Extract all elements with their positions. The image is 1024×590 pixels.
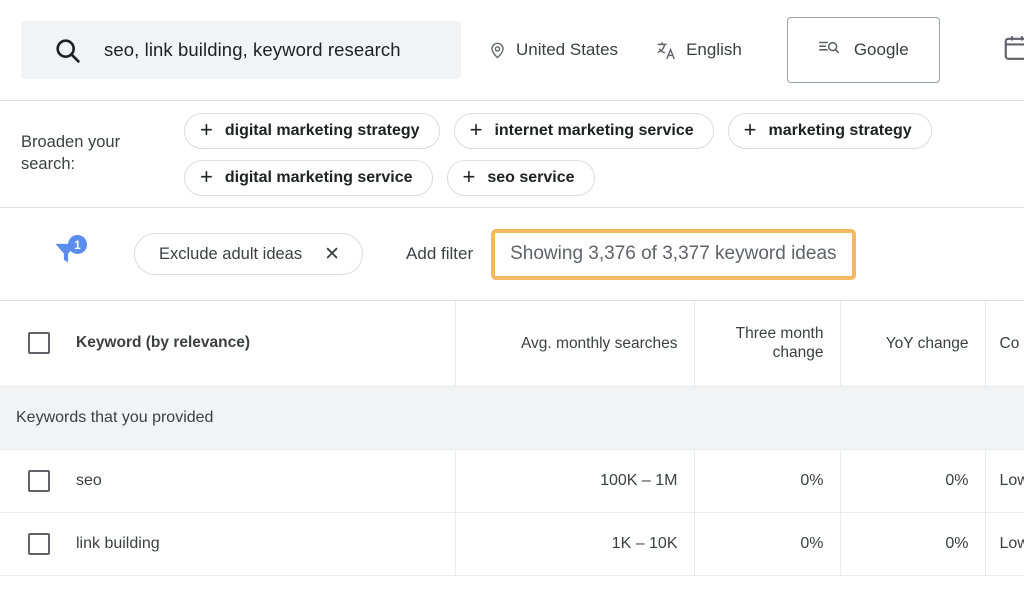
row-competition: Low <box>985 512 1024 576</box>
manage-search-icon <box>818 37 840 64</box>
keyword-ideas-table: Keyword (by relevance) Avg. monthly sear… <box>0 301 1024 576</box>
table-group-label: Keywords that you provided <box>0 386 1024 450</box>
row-keyword-label: link building <box>76 534 160 552</box>
table-row[interactable]: seo 100K – 1M 0% 0% Low <box>0 449 1024 513</box>
column-header-competition[interactable]: Co <box>985 301 1024 387</box>
row-yoy-change: 0% <box>840 512 986 576</box>
plus-icon: + <box>462 163 476 189</box>
row-keyword-cell[interactable]: link building <box>0 512 456 576</box>
calendar-icon <box>1002 33 1024 68</box>
broaden-chip-label: seo service <box>487 168 575 186</box>
row-avg-monthly-searches: 100K – 1M <box>455 449 695 513</box>
row-yoy-change: 0% <box>840 449 986 513</box>
active-filter-label: Exclude adult ideas <box>159 244 303 263</box>
location-selector[interactable]: United States <box>488 40 618 60</box>
add-filter-button[interactable]: Add filter <box>406 244 473 264</box>
showing-count-highlight: Showing 3,376 of 3,377 keyword ideas <box>491 228 856 280</box>
broaden-chip[interactable]: + internet marketing service <box>453 112 714 149</box>
language-label: English <box>686 40 742 59</box>
plus-icon: + <box>200 116 213 142</box>
filter-button[interactable]: 1 <box>46 234 87 274</box>
broaden-chip-label: internet marketing service <box>494 121 694 139</box>
language-selector[interactable]: English <box>656 40 742 61</box>
search-network-button[interactable]: Google <box>786 17 940 83</box>
filter-toolbar: 1 Exclude adult ideas ✕ Add filter Showi… <box>0 208 1024 301</box>
table-row[interactable]: link building 1K – 10K 0% 0% Low <box>0 512 1024 576</box>
location-pin-icon <box>488 41 507 60</box>
plus-icon: + <box>469 116 483 142</box>
column-header-keyword-label: Keyword (by relevance) <box>76 334 251 352</box>
search-toolbar: seo, link building, keyword research Uni… <box>0 0 1024 101</box>
row-checkbox[interactable] <box>28 469 50 492</box>
row-keyword-label: seo <box>76 471 102 489</box>
row-competition: Low <box>985 449 1024 513</box>
broaden-chip[interactable]: + digital marketing service <box>184 159 433 196</box>
translate-icon <box>656 40 677 61</box>
column-header-avg-monthly-searches[interactable]: Avg. monthly searches <box>455 301 695 387</box>
broaden-chip-label: digital marketing service <box>224 168 413 186</box>
column-header-three-month-change[interactable]: Three month change <box>694 301 841 387</box>
broaden-chip-label: marketing strategy <box>768 121 912 139</box>
search-icon <box>53 36 82 65</box>
plus-icon: + <box>743 116 757 142</box>
select-all-checkbox[interactable] <box>28 332 50 355</box>
row-keyword-cell[interactable]: seo <box>0 449 456 513</box>
row-checkbox[interactable] <box>28 532 50 555</box>
broaden-search-section: Broaden your search: + digital marketing… <box>0 101 1024 208</box>
row-three-month-change: 0% <box>694 512 841 576</box>
broaden-chip[interactable]: + digital marketing strategy <box>184 112 440 149</box>
table-header-row: Keyword (by relevance) Avg. monthly sear… <box>0 301 1024 387</box>
keyword-search-box[interactable]: seo, link building, keyword research <box>21 21 461 79</box>
row-avg-monthly-searches: 1K – 10K <box>455 512 695 576</box>
broaden-chip-list: + digital marketing strategy + internet … <box>184 112 1024 196</box>
date-range-button[interactable] <box>1002 33 1024 68</box>
close-icon[interactable]: ✕ <box>324 245 340 264</box>
filter-count-badge: 1 <box>68 235 87 254</box>
column-header-keyword[interactable]: Keyword (by relevance) <box>0 301 456 387</box>
broaden-chip[interactable]: + marketing strategy <box>727 112 932 149</box>
active-filter-chip[interactable]: Exclude adult ideas ✕ <box>134 233 364 275</box>
row-three-month-change: 0% <box>694 449 841 513</box>
broaden-chip-label: digital marketing strategy <box>224 121 420 139</box>
search-network-label: Google <box>853 40 909 59</box>
column-header-yoy-change[interactable]: YoY change <box>840 301 986 387</box>
table-group-row: Keywords that you provided <box>0 386 1024 450</box>
plus-icon: + <box>200 163 213 189</box>
search-input[interactable]: seo, link building, keyword research <box>104 39 401 61</box>
broaden-search-label: Broaden your search: <box>21 133 121 173</box>
location-label: United States <box>516 40 619 59</box>
broaden-chip[interactable]: + seo service <box>446 159 595 196</box>
